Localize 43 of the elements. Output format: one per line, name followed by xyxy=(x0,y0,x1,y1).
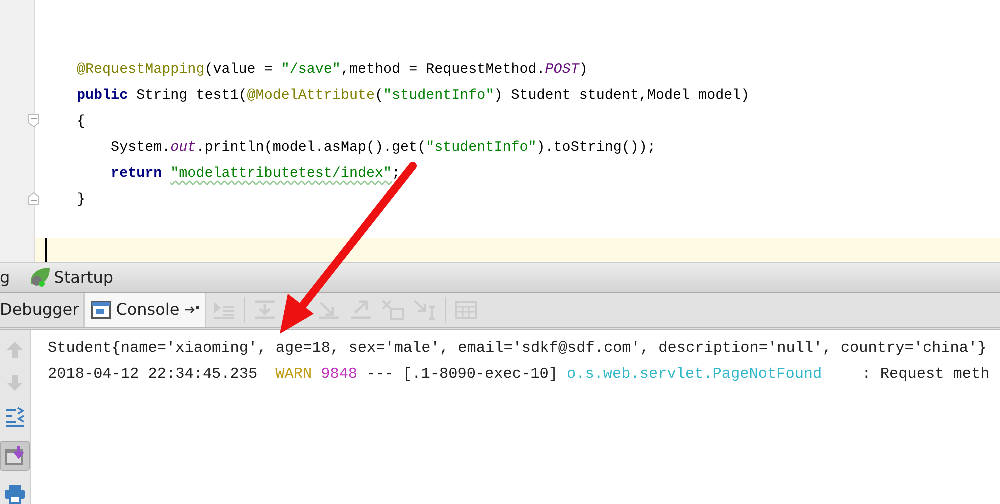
code-token: "studentInfo" xyxy=(384,88,494,104)
code-token: return xyxy=(110,166,164,182)
code-token: String test1( xyxy=(136,88,248,104)
code-token: ) Student student,Model model) xyxy=(494,88,750,104)
code-token: public xyxy=(77,88,128,104)
code-token: ) xyxy=(579,62,588,78)
code-token: ( xyxy=(375,88,384,104)
code-token: "/save" xyxy=(281,62,341,78)
code-token: @RequestMapping xyxy=(77,62,205,78)
code-token: out xyxy=(170,140,196,156)
fold-marker-icon[interactable] xyxy=(28,192,40,206)
tab[interactable]: Console xyxy=(84,292,206,327)
pin-arrow-icon[interactable] xyxy=(184,304,199,315)
code-token: @ModelAttribute xyxy=(247,88,376,104)
code-token: } xyxy=(77,192,86,208)
code-token: POST xyxy=(545,62,580,78)
console-text: Student{name='xiaoming', age=18, sex='male', email='sdkf@sdf.com', description='null', country='china'} xyxy=(48,339,987,357)
up-arrow-icon[interactable] xyxy=(5,340,25,360)
down-arrow-icon[interactable] xyxy=(5,373,25,393)
soft-wrap-icon[interactable] xyxy=(4,406,26,428)
code-token: System. xyxy=(110,140,171,156)
code-token: "modelattributetest/index" xyxy=(170,166,392,182)
console-icon xyxy=(91,300,112,319)
console-text: WARN xyxy=(276,365,312,383)
text-cursor xyxy=(45,238,47,262)
code-token: .println(model.asMap().get( xyxy=(196,140,426,156)
tool-window-title[interactable]: g xyxy=(0,268,12,287)
fold-marker-icon[interactable] xyxy=(28,114,40,128)
code-token: "studentInfo" xyxy=(426,140,537,156)
code-token: ,method = RequestMethod. xyxy=(340,62,546,78)
scroll-to-end-toggle[interactable] xyxy=(0,441,30,471)
console-text: o.s.web.servlet.PageNotFound xyxy=(566,365,822,383)
code-token: (value = xyxy=(204,62,274,78)
tool-window-title[interactable]: Startup xyxy=(54,268,116,287)
console-text: 9848 xyxy=(321,365,358,383)
console-text: : Request meth xyxy=(862,365,990,383)
leaf-icon xyxy=(28,266,52,288)
code-token: { xyxy=(77,114,86,130)
code-token: ; xyxy=(392,166,401,182)
print-icon[interactable] xyxy=(4,484,26,504)
code-token: ).toString()); xyxy=(536,140,656,156)
console-text: --- [.1-8090-exec-10] xyxy=(366,365,558,383)
console-text: 2018-04-12 22:34:45.235 xyxy=(48,365,258,383)
